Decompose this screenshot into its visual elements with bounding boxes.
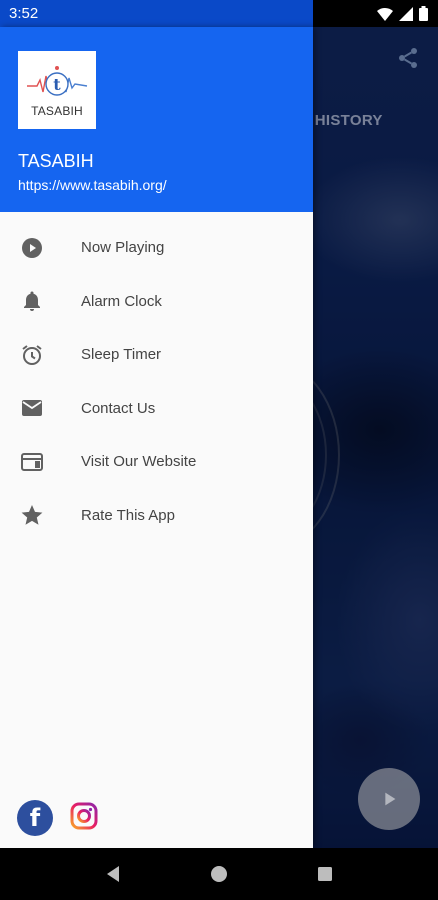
menu-item-now-playing[interactable]: Now Playing xyxy=(0,221,313,275)
bell-icon xyxy=(19,288,45,314)
play-fab[interactable] xyxy=(358,768,420,830)
share-icon[interactable] xyxy=(396,46,420,70)
menu-item-label: Now Playing xyxy=(81,239,165,257)
menu-item-label: Alarm Clock xyxy=(81,292,162,310)
web-icon xyxy=(19,449,45,475)
alarm-clock-icon xyxy=(19,342,45,368)
menu-item-label: Rate This App xyxy=(81,506,175,524)
menu-item-rate-app[interactable]: Rate This App xyxy=(0,489,313,543)
svg-text:t: t xyxy=(53,75,61,94)
play-circle-icon xyxy=(19,235,45,261)
status-bar: 3:52 xyxy=(0,0,438,27)
social-links: f xyxy=(17,800,99,836)
menu-item-contact-us[interactable]: Contact Us xyxy=(0,382,313,436)
drawer-menu: Now Playing Alarm Clock Sleep Timer Cont… xyxy=(0,212,313,542)
menu-item-visit-website[interactable]: Visit Our Website xyxy=(0,435,313,489)
drawer-header: t TASABIH TASABIH https://www.tasabih.or… xyxy=(0,27,313,212)
back-button[interactable] xyxy=(93,854,133,894)
menu-item-label: Visit Our Website xyxy=(81,453,197,471)
battery-icon xyxy=(419,6,428,21)
star-icon xyxy=(19,502,45,528)
drawer-title: TASABIH xyxy=(18,151,94,171)
menu-item-label: Contact Us xyxy=(81,399,156,417)
mail-icon xyxy=(19,395,45,421)
status-time: 3:52 xyxy=(9,5,39,22)
app-logo: t TASABIH xyxy=(18,51,96,129)
facebook-icon[interactable]: f xyxy=(17,800,53,836)
logo-emblem-icon: t xyxy=(27,66,88,96)
logo-text: TASABIH xyxy=(31,104,83,118)
menu-item-alarm-clock[interactable]: Alarm Clock xyxy=(0,275,313,329)
system-nav-bar xyxy=(0,848,438,900)
home-icon xyxy=(211,866,227,882)
signal-icon xyxy=(399,6,413,21)
menu-item-sleep-timer[interactable]: Sleep Timer xyxy=(0,328,313,382)
home-button[interactable] xyxy=(199,854,239,894)
back-icon xyxy=(107,866,119,882)
drawer-url[interactable]: https://www.tasabih.org/ xyxy=(18,177,167,193)
recents-button[interactable] xyxy=(305,854,345,894)
recents-icon xyxy=(318,867,332,881)
wifi-icon xyxy=(377,7,393,21)
play-icon xyxy=(385,792,396,806)
menu-item-label: Sleep Timer xyxy=(81,346,162,364)
instagram-icon[interactable] xyxy=(69,801,99,836)
navigation-drawer: t TASABIH TASABIH https://www.tasabih.or… xyxy=(0,27,313,848)
